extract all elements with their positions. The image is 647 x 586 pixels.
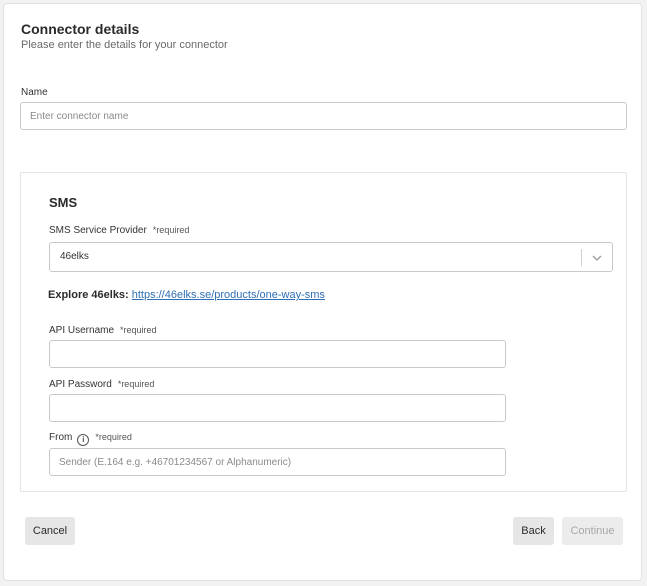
name-label: Name	[21, 87, 48, 98]
api-username-label-text: API Username	[49, 325, 115, 336]
from-required: *required	[95, 432, 132, 442]
page-title: Connector details	[21, 21, 140, 37]
api-password-label-text: API Password	[49, 379, 112, 390]
provider-required: *required	[152, 225, 190, 235]
sms-section-title: SMS	[49, 195, 78, 210]
api-username-required: *required	[120, 325, 157, 335]
provider-label: SMS Service Provider *required	[49, 225, 189, 236]
api-password-required: *required	[117, 379, 155, 389]
back-button[interactable]: Back	[513, 517, 554, 545]
chevron-down-icon[interactable]	[591, 252, 603, 264]
explore-line: Explore 46elks: https://46elks.se/product…	[48, 289, 325, 301]
api-password-label: API Password *required	[49, 379, 154, 390]
provider-label-text: SMS Service Provider	[49, 225, 147, 236]
name-label-text: Name	[21, 87, 48, 98]
info-icon[interactable]: i	[77, 434, 90, 446]
connector-details-card: Connector details Please enter the detai…	[3, 3, 642, 581]
api-username-label: API Username *required	[49, 325, 157, 336]
api-username-input[interactable]	[49, 340, 506, 368]
api-password-input[interactable]	[49, 394, 506, 422]
select-separator	[581, 249, 582, 266]
from-label: From i *required	[49, 432, 132, 446]
explore-label: Explore 46elks:	[48, 289, 129, 301]
connector-name-input[interactable]	[20, 102, 627, 130]
page-subtitle: Please enter the details for your connec…	[21, 39, 228, 51]
sms-panel: SMS SMS Service Provider *required 46elks…	[20, 172, 627, 492]
from-label-text: From	[49, 432, 73, 443]
from-input[interactable]	[49, 448, 506, 476]
cancel-button[interactable]: Cancel	[25, 517, 75, 545]
continue-button[interactable]: Continue	[562, 517, 623, 545]
explore-link[interactable]: https://46elks.se/products/one-way-sms	[132, 289, 325, 301]
sms-provider-value: 46elks	[60, 251, 89, 262]
sms-provider-select[interactable]: 46elks	[49, 242, 613, 272]
